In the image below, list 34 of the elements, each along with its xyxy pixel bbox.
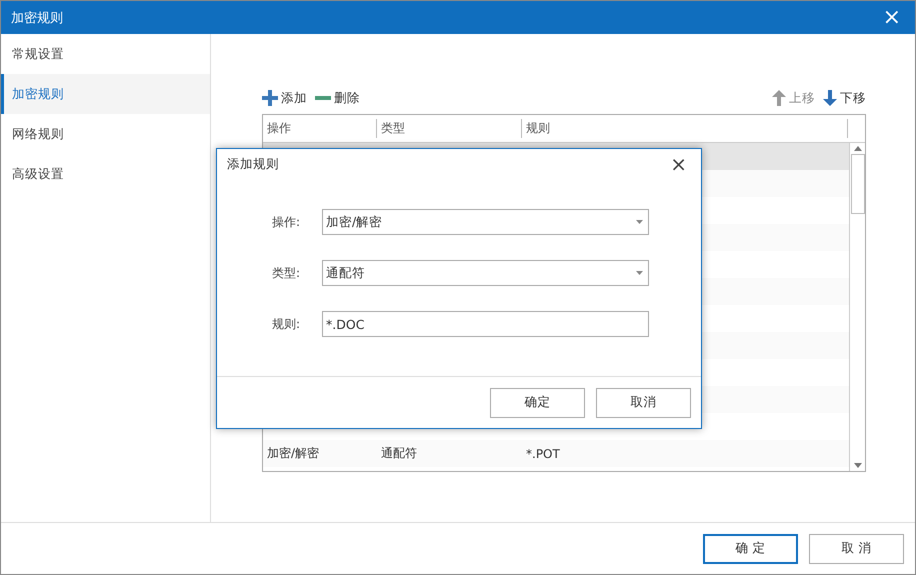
delete-button[interactable]: 删除 bbox=[315, 90, 360, 106]
down-arrow-icon bbox=[823, 90, 837, 106]
add-button[interactable]: 添加 bbox=[262, 90, 307, 106]
cancel-button[interactable]: 取 消 bbox=[809, 534, 904, 564]
ok-button[interactable]: 确 定 bbox=[703, 534, 798, 564]
column-header: 操作 bbox=[263, 119, 377, 138]
field-label: 类型: bbox=[272, 264, 302, 282]
close-button[interactable]: × bbox=[666, 154, 691, 174]
table-row[interactable]: 加密/解密 通配符 *.POT bbox=[263, 440, 849, 467]
cancel-button[interactable]: 取消 bbox=[596, 388, 691, 418]
scroll-thumb[interactable] bbox=[850, 154, 864, 214]
column-header: 类型 bbox=[377, 119, 522, 138]
window-title: 加密规则 bbox=[11, 10, 63, 26]
plus-icon bbox=[262, 90, 278, 106]
sidebar-item[interactable]: 加密规则 bbox=[1, 74, 210, 114]
scroll-up-icon[interactable] bbox=[854, 146, 862, 151]
field-label: 规则: bbox=[272, 316, 302, 332]
dropdown-field[interactable]: 加密/解密 bbox=[322, 209, 649, 235]
table-cell-text: 加密/解密 bbox=[266, 445, 320, 462]
move-down-button[interactable]: 下移 bbox=[823, 90, 866, 106]
column-header: 规则 bbox=[522, 119, 848, 138]
dropdown-field[interactable]: 通配符 bbox=[322, 260, 649, 286]
input-field[interactable]: *.DOC bbox=[322, 311, 649, 337]
table-cell-text: *.POT bbox=[525, 446, 561, 460]
confirm-button[interactable]: 确定 bbox=[490, 388, 585, 418]
minus-icon bbox=[315, 96, 331, 100]
field-label: 操作: bbox=[272, 214, 302, 230]
dialog-title: 添加规则 bbox=[227, 156, 279, 172]
table-cell-text: 通配符 bbox=[380, 445, 418, 462]
caret-icon bbox=[636, 271, 643, 275]
up-arrow-icon bbox=[772, 90, 786, 106]
close-button[interactable]: × bbox=[878, 6, 905, 28]
scrollbar[interactable] bbox=[849, 143, 865, 471]
scroll-down-icon[interactable] bbox=[854, 463, 862, 468]
